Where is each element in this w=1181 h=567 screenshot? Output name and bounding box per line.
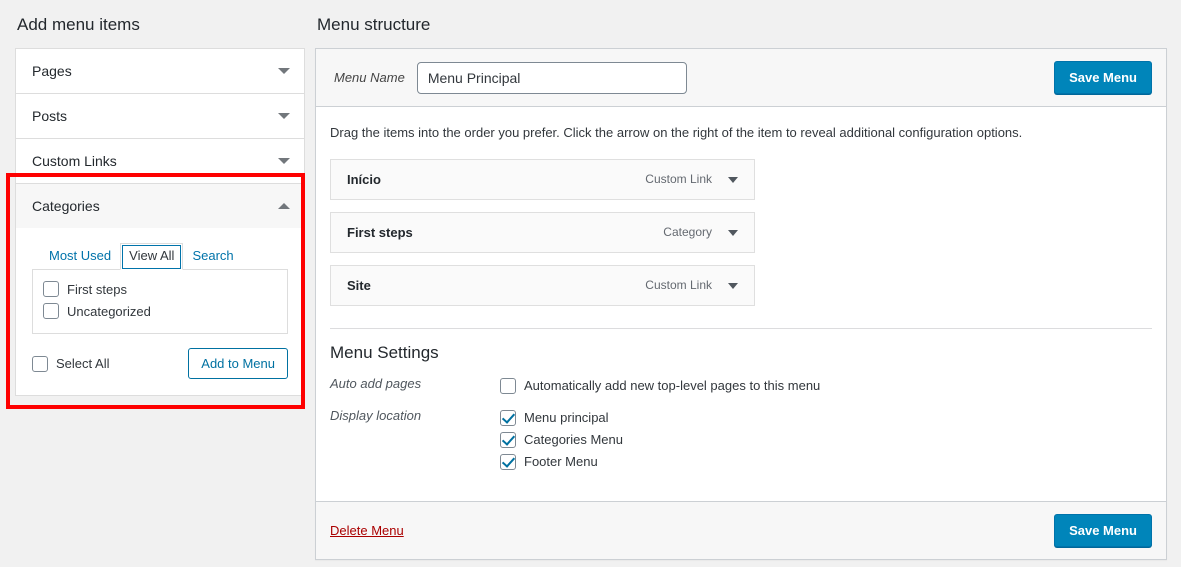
chevron-down-icon[interactable] (726, 277, 742, 293)
menu-item-type: Category (663, 225, 712, 240)
display-location-row: Display location Menu principal Categori… (330, 407, 1152, 473)
accordion-label-pages: Pages (32, 63, 72, 80)
auto-add-pages-option-label[interactable]: Automatically add new top-level pages to… (524, 378, 820, 393)
menu-structure-column: Menu structure Menu Name Save Menu Drag … (315, 0, 1167, 560)
menu-item-meta: Custom Link (645, 171, 742, 187)
tab-most-used[interactable]: Most Used (40, 243, 120, 270)
accordion-header-categories[interactable]: Categories (16, 184, 304, 229)
tab-view-all-label: View All (129, 248, 175, 264)
menu-structure-panel: Menu Name Save Menu Drag the items into … (315, 48, 1167, 560)
menu-name-group: Menu Name (330, 61, 687, 94)
chevron-down-icon[interactable] (276, 63, 292, 79)
add-menu-items-column: Add menu items Pages Posts Custom Links (15, 0, 305, 397)
categories-panel: Most Used View All Search First steps Un… (16, 228, 304, 396)
menu-item-title: Site (347, 277, 371, 293)
menu-item-site[interactable]: Site Custom Link (330, 264, 755, 306)
display-location-label-footer-menu[interactable]: Footer Menu (524, 454, 598, 469)
section-divider (330, 327, 1152, 329)
delete-menu-link[interactable]: Delete Menu (330, 523, 404, 538)
menu-name-input[interactable] (416, 61, 687, 94)
menu-name-label: Menu Name (334, 70, 405, 86)
category-label-first-steps[interactable]: First steps (67, 282, 127, 297)
menu-structure-panel-footer: Delete Menu Save Menu (316, 500, 1166, 559)
chevron-down-icon[interactable] (276, 153, 292, 169)
add-menu-items-accordion: Pages Posts Custom Links Categories Most… (15, 48, 305, 397)
select-all-checkbox[interactable] (32, 355, 48, 372)
accordion-item-pages: Pages (16, 49, 304, 95)
accordion-header-custom-links[interactable]: Custom Links (16, 139, 304, 184)
chevron-down-icon[interactable] (726, 171, 742, 187)
tab-view-all[interactable]: View All (120, 243, 184, 271)
accordion-label-categories: Categories (32, 198, 100, 215)
add-menu-items-heading: Add menu items (17, 15, 140, 34)
display-location-checkbox-menu-principal[interactable] (500, 409, 516, 426)
display-location-label: Display location (330, 407, 422, 423)
menu-item-meta: Category (663, 224, 742, 240)
menu-item-meta: Custom Link (645, 277, 742, 293)
select-all-label[interactable]: Select All (56, 356, 109, 371)
display-location-control: Menu principal Categories Menu Footer Me… (500, 407, 1152, 473)
menu-item-type: Custom Link (645, 278, 712, 293)
display-location-footer-menu[interactable]: Footer Menu (500, 451, 1152, 473)
display-location-checkbox-categories-menu[interactable] (500, 431, 516, 448)
categories-panel-footer: Select All Add to Menu (32, 348, 288, 380)
menu-settings-heading: Menu Settings (330, 342, 439, 362)
auto-add-pages-checkbox[interactable] (500, 377, 516, 394)
menu-item-type: Custom Link (645, 172, 712, 187)
chevron-up-icon[interactable] (276, 198, 292, 214)
category-label-uncategorized[interactable]: Uncategorized (67, 304, 151, 319)
select-all-row[interactable]: Select All (32, 353, 109, 375)
accordion-item-custom-links: Custom Links (16, 139, 304, 185)
accordion-label-custom-links: Custom Links (32, 153, 117, 170)
accordion-header-pages[interactable]: Pages (16, 49, 304, 94)
chevron-down-icon[interactable] (276, 108, 292, 124)
chevron-down-icon[interactable] (726, 224, 742, 240)
auto-add-pages-row: Auto add pages Automatically add new top… (330, 375, 1152, 397)
display-location-checkbox-footer-menu[interactable] (500, 453, 516, 470)
drag-hint-text: Drag the items into the order you prefer… (330, 125, 1023, 141)
menu-items-list: Início Custom Link First steps Category (330, 158, 755, 306)
category-checkbox-uncategorized[interactable] (43, 303, 59, 320)
menu-structure-panel-body: Drag the items into the order you prefer… (316, 107, 1166, 501)
accordion-item-posts: Posts (16, 94, 304, 140)
menus-admin-page: Add menu items Pages Posts Custom Links (0, 0, 1181, 567)
accordion-item-categories: Categories Most Used View All Search Fir… (16, 184, 304, 396)
tab-search-label: Search (192, 248, 234, 264)
category-item-uncategorized[interactable]: Uncategorized (43, 300, 277, 322)
menu-item-title: First steps (347, 224, 413, 240)
accordion-header-posts[interactable]: Posts (16, 94, 304, 139)
auto-add-pages-control: Automatically add new top-level pages to… (500, 375, 1152, 397)
menu-item-title: Início (347, 171, 381, 187)
display-location-label-categories-menu[interactable]: Categories Menu (524, 432, 623, 447)
add-to-menu-button[interactable]: Add to Menu (188, 348, 288, 380)
menu-item-first-steps[interactable]: First steps Category (330, 211, 755, 253)
categories-tablist: Most Used View All Search (32, 242, 288, 271)
menu-structure-panel-header: Menu Name Save Menu (316, 49, 1166, 108)
auto-add-pages-label: Auto add pages (330, 375, 422, 391)
category-item-first-steps[interactable]: First steps (43, 278, 277, 300)
display-location-label-menu-principal[interactable]: Menu principal (524, 410, 609, 425)
save-menu-button-top[interactable]: Save Menu (1054, 61, 1152, 95)
tab-most-used-label: Most Used (49, 248, 112, 264)
save-menu-button-bottom[interactable]: Save Menu (1054, 513, 1152, 547)
category-checkbox-first-steps[interactable] (43, 281, 59, 298)
display-location-categories-menu[interactable]: Categories Menu (500, 429, 1152, 451)
tab-search[interactable]: Search (183, 243, 242, 270)
categories-checklist: First steps Uncategorized (32, 270, 288, 335)
display-location-menu-principal[interactable]: Menu principal (500, 407, 1152, 429)
menu-structure-heading: Menu structure (317, 15, 431, 34)
auto-add-pages-option[interactable]: Automatically add new top-level pages to… (500, 375, 1152, 397)
accordion-label-posts: Posts (32, 108, 68, 125)
menu-item-inicio[interactable]: Início Custom Link (330, 158, 755, 200)
